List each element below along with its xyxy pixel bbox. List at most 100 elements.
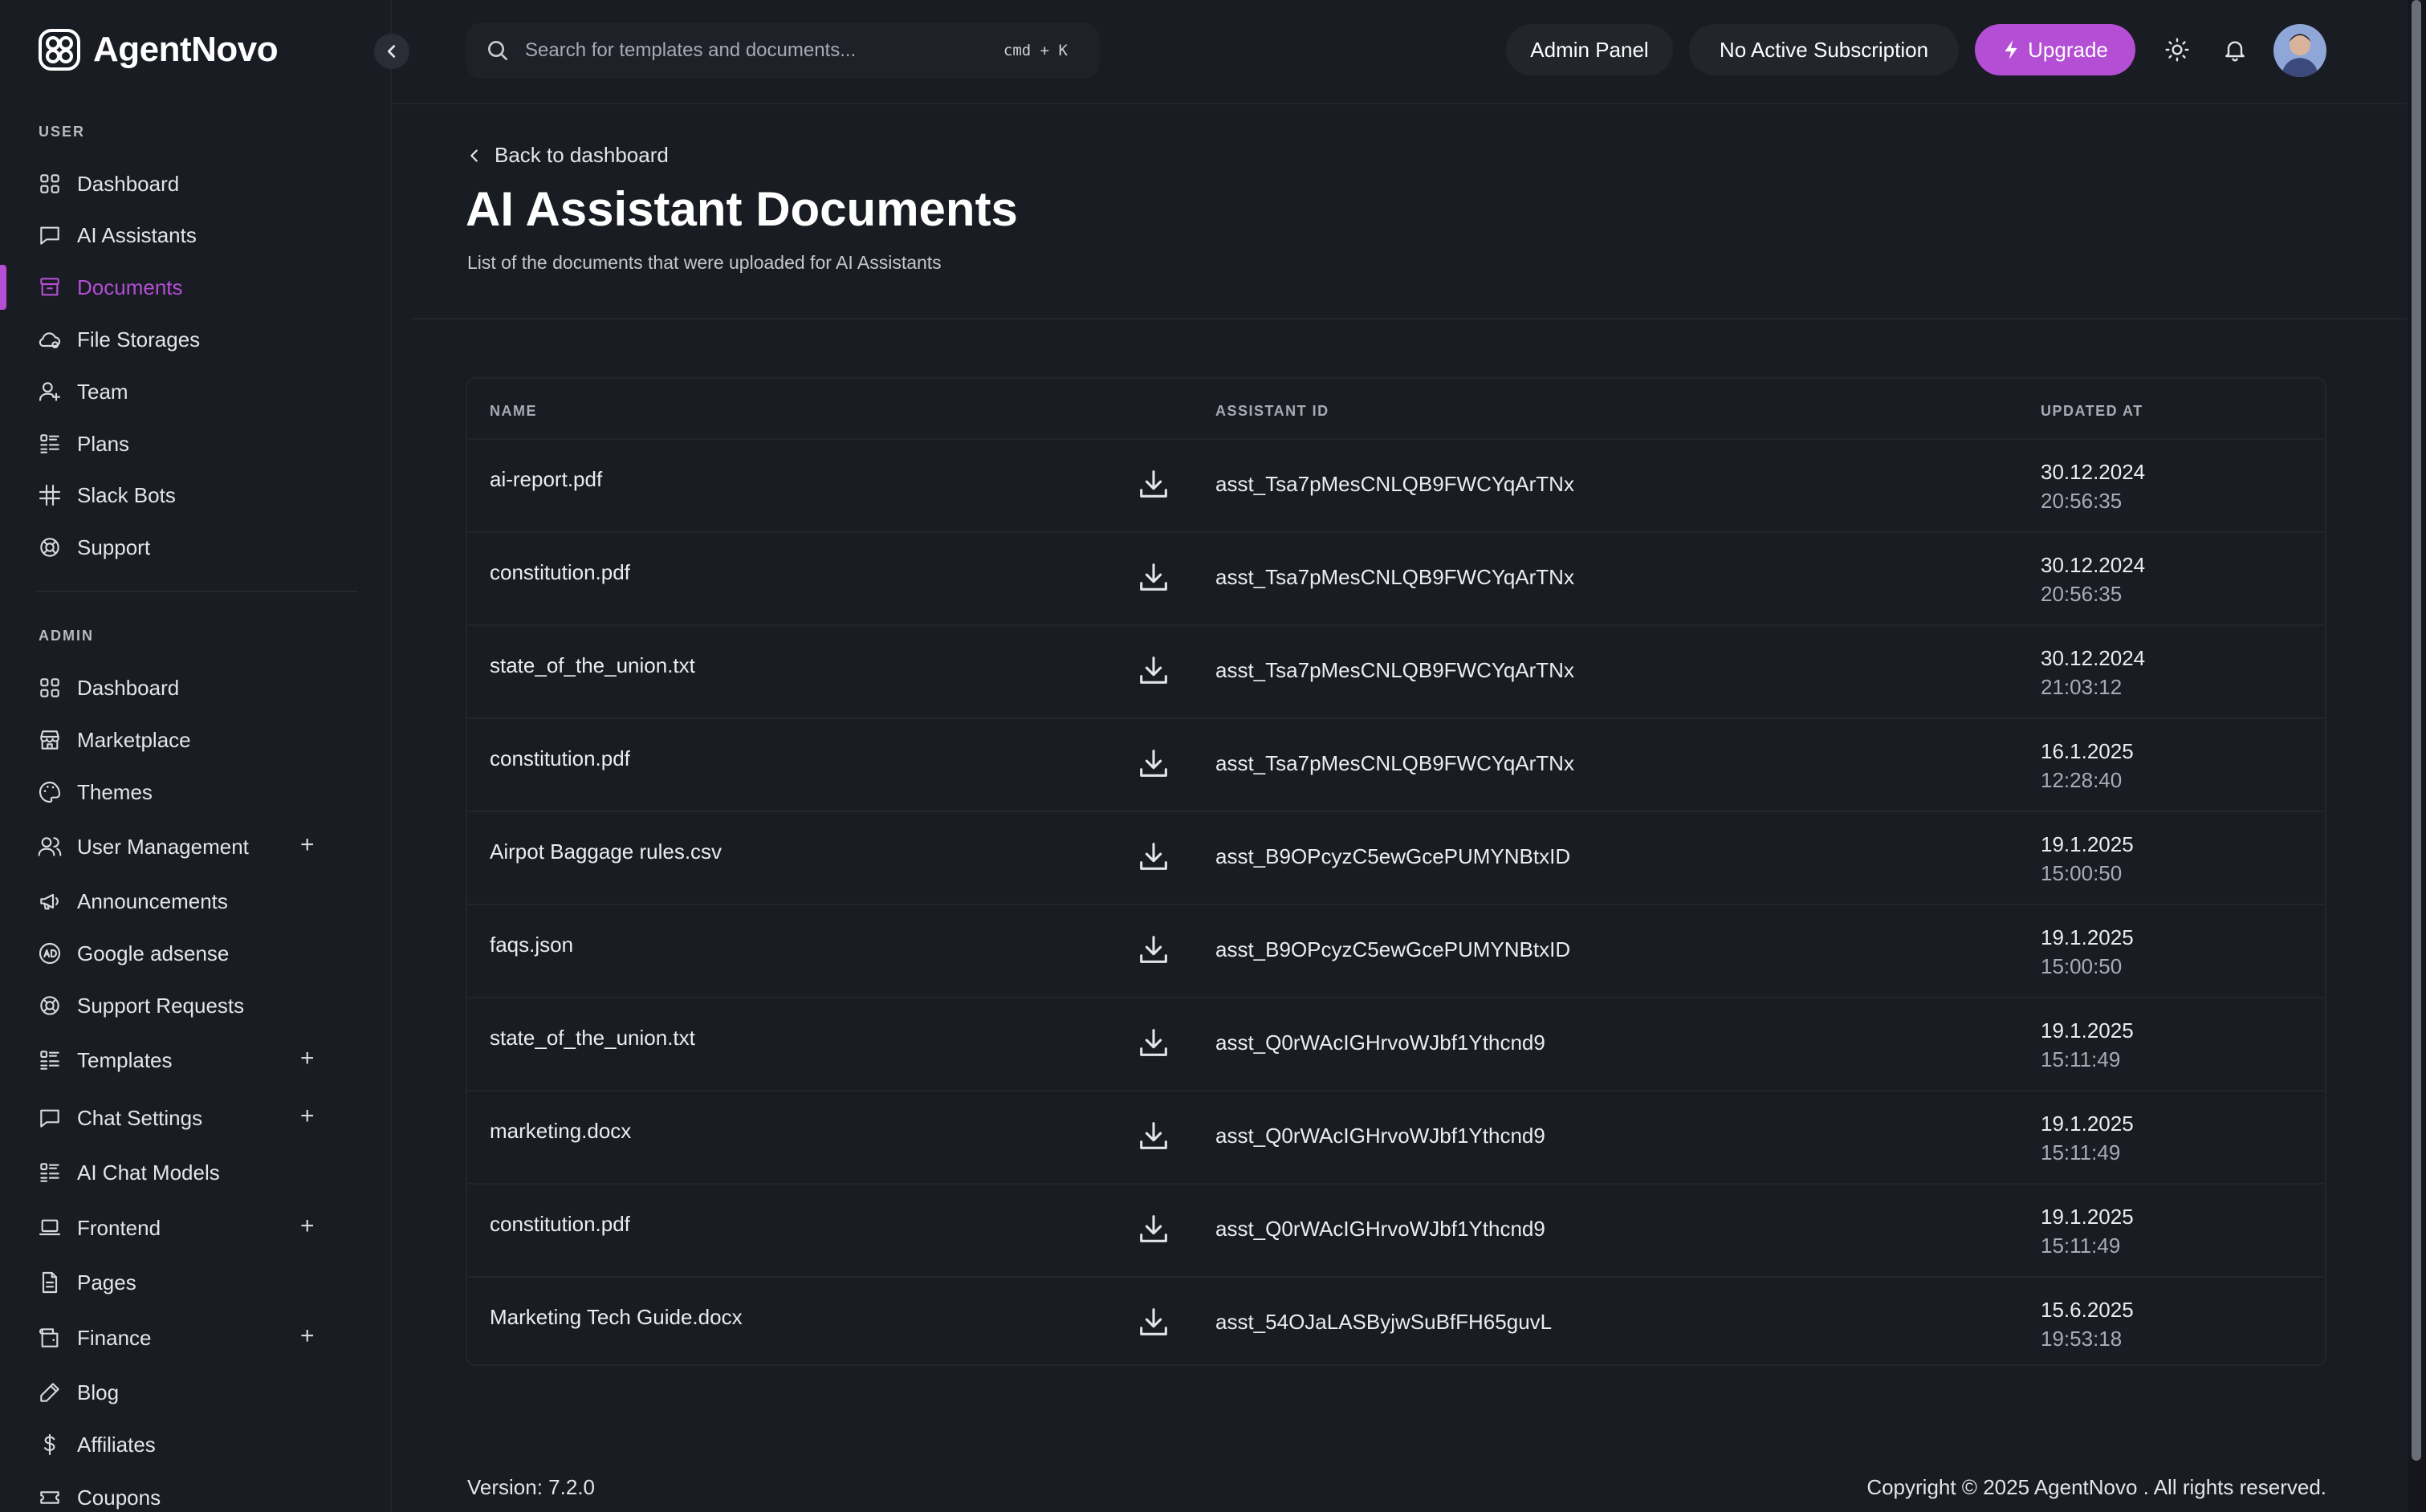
brand[interactable]: AgentNovo <box>37 27 279 72</box>
sidebar-item-label: Blog <box>77 1380 120 1404</box>
sidebar-item-user-team[interactable]: Team <box>37 372 326 412</box>
wallet-icon <box>39 1328 59 1347</box>
sidebar-item-admin-user-management[interactable]: User Management <box>37 827 326 867</box>
users-icon <box>38 837 62 856</box>
updated-at: 19.1.2025 15:11:49 <box>2041 1202 2134 1260</box>
sidebar-item-user-dashboard[interactable]: Dashboard <box>37 164 326 204</box>
table-row: marketing.docx asst_Q0rWAcIGHrvoWJbf1Yth… <box>467 1091 2325 1185</box>
sidebar-item-admin-themes[interactable]: Themes <box>37 772 326 812</box>
download-icon[interactable] <box>1135 1117 1172 1154</box>
expand-chat-settings-button[interactable]: + <box>300 1104 315 1128</box>
table-row: state_of_the_union.txt asst_Tsa7pMesCNLQ… <box>467 626 2325 719</box>
download-icon[interactable] <box>1135 1024 1172 1061</box>
upgrade-button[interactable]: Upgrade <box>1975 24 2135 75</box>
updated-time: 15:00:50 <box>2041 861 2123 885</box>
notifications-button[interactable] <box>2219 34 2251 66</box>
column-header-assistant-id[interactable]: ASSISTANT ID <box>1215 403 1329 420</box>
updated-at: 19.1.2025 15:00:50 <box>2041 830 2134 888</box>
sidebar-item-user-file-storages[interactable]: File Storages <box>37 319 326 360</box>
sidebar-item-user-ai-assistants[interactable]: AI Assistants <box>37 215 326 255</box>
sidebar-item-user-documents[interactable]: Documents <box>37 267 326 307</box>
expand-templates-button[interactable]: + <box>300 1047 315 1071</box>
updated-at: 30.12.2024 21:03:12 <box>2041 644 2145 701</box>
sidebar-item-admin-affiliates[interactable]: Affiliates <box>37 1425 326 1465</box>
laptop-icon <box>39 1219 61 1236</box>
assistant-id: asst_54OJaLASByjwSuBfFH65guvL <box>1215 1310 1553 1334</box>
dollar-icon <box>43 1433 55 1456</box>
table-row: state_of_the_union.txt asst_Q0rWAcIGHrvo… <box>467 998 2325 1091</box>
download-icon[interactable] <box>1135 652 1172 689</box>
assistant-id: asst_Q0rWAcIGHrvoWJbf1Ythcnd9 <box>1215 1124 1545 1148</box>
subscription-status-button[interactable]: No Active Subscription <box>1689 24 1959 75</box>
list-icon <box>40 1051 59 1070</box>
sidebar-item-label: Finance <box>77 1325 152 1350</box>
download-icon[interactable] <box>1135 1303 1172 1340</box>
expand-finance-button[interactable]: + <box>300 1324 315 1348</box>
table-row: ai-report.pdf asst_Tsa7pMesCNLQB9FWCYqAr… <box>467 440 2325 533</box>
search-bar[interactable]: Search for templates and documents... cm… <box>466 22 1100 79</box>
sidebar-item-admin-pages[interactable]: Pages <box>37 1262 326 1303</box>
sidebar-item-label: AI Assistants <box>77 222 197 247</box>
avatar[interactable] <box>2273 24 2326 77</box>
download-icon[interactable] <box>1135 559 1172 595</box>
sidebar-item-admin-frontend[interactable]: Frontend <box>37 1208 326 1248</box>
active-indicator <box>0 265 6 310</box>
updated-time: 20:56:35 <box>2041 582 2123 606</box>
sidebar-item-label: User Management <box>77 834 249 859</box>
slack-icon <box>39 484 61 506</box>
palette-icon <box>39 781 61 803</box>
section-label-user: USER <box>39 124 86 140</box>
scrollbar-thumb[interactable] <box>2412 0 2421 1461</box>
sidebar-item-admin-blog[interactable]: Blog <box>37 1372 326 1412</box>
sidebar-item-label: Support <box>77 534 151 559</box>
download-icon[interactable] <box>1135 465 1172 502</box>
sidebar-item-admin-dashboard[interactable]: Dashboard <box>37 668 326 708</box>
assistant-id: asst_B9OPcyzC5ewGcePUMYNBtxID <box>1215 937 1571 961</box>
expand-frontend-button[interactable]: + <box>300 1214 315 1238</box>
sidebar-item-admin-marketplace[interactable]: Marketplace <box>37 720 326 760</box>
search-input[interactable]: Search for templates and documents... <box>525 39 856 62</box>
download-icon[interactable] <box>1135 745 1172 782</box>
updated-at: 19.1.2025 15:11:49 <box>2041 1016 2134 1074</box>
updated-date: 19.1.2025 <box>2041 1018 2134 1043</box>
document-name: state_of_the_union.txt <box>490 1026 695 1050</box>
sidebar-item-admin-chat-settings[interactable]: Chat Settings <box>37 1098 326 1138</box>
collapse-sidebar-button[interactable] <box>374 34 409 69</box>
sidebar-item-admin-google-adsense[interactable]: Google adsense <box>37 933 326 973</box>
sidebar-item-admin-support-requests[interactable]: Support Requests <box>37 986 326 1026</box>
updated-at: 30.12.2024 20:56:35 <box>2041 457 2145 515</box>
store-icon <box>40 730 59 750</box>
column-header-updated-at[interactable]: UPDATED AT <box>2041 403 2143 420</box>
document-name: constitution.pdf <box>490 746 630 770</box>
sidebar-item-admin-coupons[interactable]: Coupons <box>37 1477 326 1512</box>
updated-date: 15.6.2025 <box>2041 1298 2134 1322</box>
sidebar-item-label: Announcements <box>77 888 228 913</box>
sidebar-item-admin-templates[interactable]: Templates <box>37 1040 326 1080</box>
column-header-name[interactable]: NAME <box>490 403 537 420</box>
sidebar-item-label: Frontend <box>77 1215 161 1240</box>
search-icon <box>488 41 507 60</box>
assistant-id: asst_B9OPcyzC5ewGcePUMYNBtxID <box>1215 844 1571 868</box>
download-icon[interactable] <box>1135 1210 1172 1247</box>
sidebar-item-label: Marketplace <box>77 727 191 752</box>
theme-toggle-button[interactable] <box>2161 34 2193 66</box>
sidebar-item-label: Coupons <box>77 1485 161 1510</box>
download-icon[interactable] <box>1135 838 1172 875</box>
expand-user-management-button[interactable]: + <box>300 833 315 857</box>
sidebar-item-user-slack-bots[interactable]: Slack Bots <box>37 475 326 515</box>
table-row: constitution.pdf asst_Q0rWAcIGHrvoWJbf1Y… <box>467 1185 2325 1278</box>
back-to-dashboard-link[interactable]: Back to dashboard <box>467 143 669 168</box>
sidebar-item-admin-finance[interactable]: Finance <box>37 1318 326 1358</box>
download-icon[interactable] <box>1135 931 1172 968</box>
chevron-left-icon <box>470 148 478 162</box>
sidebar-item-user-plans[interactable]: Plans <box>37 424 326 464</box>
updated-at: 30.12.2024 20:56:35 <box>2041 551 2145 608</box>
sidebar-item-admin-announcements[interactable]: Announcements <box>37 881 326 921</box>
page-subtitle: List of the documents that were uploaded… <box>467 252 942 273</box>
sidebar-item-user-support[interactable]: Support <box>37 527 326 567</box>
sidebar-item-label: AI Chat Models <box>77 1160 220 1185</box>
updated-time: 21:03:12 <box>2041 675 2123 699</box>
admin-panel-button[interactable]: Admin Panel <box>1506 24 1673 75</box>
back-link-label: Back to dashboard <box>495 143 669 167</box>
sidebar-item-admin-ai-chat-models[interactable]: AI Chat Models <box>37 1152 326 1193</box>
